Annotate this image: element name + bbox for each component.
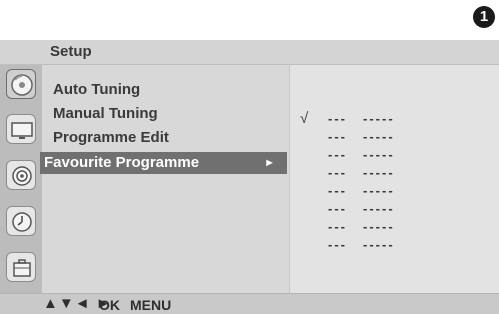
check-mark-icon: √ <box>300 110 309 127</box>
list-item[interactable]: --- ----- <box>290 146 499 164</box>
programme-number: --- <box>328 183 347 198</box>
programme-name: ----- <box>363 147 395 162</box>
menu-item-auto-tuning[interactable]: Auto Tuning <box>42 79 289 101</box>
programme-name: ----- <box>363 183 395 198</box>
programme-number: --- <box>328 111 347 126</box>
menu-item-label: Programme Edit <box>53 129 169 146</box>
programme-name: ----- <box>363 165 395 180</box>
programme-name: ----- <box>363 219 395 234</box>
button-guide-bar: ▲▼◄ ► OK MENU <box>0 293 499 314</box>
audio-speaker-icon[interactable] <box>6 160 36 190</box>
category-rail <box>0 65 42 293</box>
list-item[interactable]: --- ----- <box>290 218 499 236</box>
menu-item-manual-tuning[interactable]: Manual Tuning <box>42 103 289 125</box>
menu-item-label: Manual Tuning <box>53 105 158 122</box>
setup-disc-icon[interactable] <box>6 69 36 99</box>
step-number-badge: 1 <box>473 6 495 28</box>
menu-item-programme-edit[interactable]: Programme Edit <box>42 127 289 149</box>
programme-number: --- <box>328 129 347 144</box>
setup-menu-list: Auto Tuning Manual Tuning Programme Edit… <box>40 65 289 293</box>
favourite-programme-list: √ --- ----- --- ----- --- ----- --- ----… <box>289 65 499 293</box>
programme-name: ----- <box>363 111 395 126</box>
list-item[interactable]: √ --- ----- <box>290 110 499 128</box>
list-item[interactable]: --- ----- <box>290 182 499 200</box>
list-item[interactable]: --- ----- <box>290 200 499 218</box>
ok-key-label: OK <box>99 297 120 313</box>
list-item[interactable]: --- ----- <box>290 236 499 254</box>
programme-name: ----- <box>363 237 395 252</box>
picture-screen-icon[interactable] <box>6 114 36 144</box>
page-title: Setup <box>50 43 92 60</box>
menu-item-favourite-programme[interactable]: Favourite Programme ► <box>40 152 287 174</box>
programme-number: --- <box>328 237 347 252</box>
programme-number: --- <box>328 147 347 162</box>
list-item[interactable]: --- ----- <box>290 128 499 146</box>
programme-number: --- <box>328 219 347 234</box>
programme-name: ----- <box>363 129 395 144</box>
programme-number: --- <box>328 165 347 180</box>
option-toolbox-icon[interactable] <box>6 252 36 282</box>
menu-item-label: Favourite Programme <box>44 154 200 171</box>
submenu-arrow-icon: ► <box>264 157 275 169</box>
programme-number: --- <box>328 201 347 216</box>
time-clock-icon[interactable] <box>6 206 36 236</box>
list-item[interactable]: --- ----- <box>290 164 499 182</box>
menu-key-label: MENU <box>130 297 172 313</box>
setup-osd-menu: Setup Auto Tuning Manual Tuning Programm… <box>0 40 499 314</box>
menu-item-label: Auto Tuning <box>53 81 141 98</box>
menu-header: Setup <box>0 40 499 65</box>
programme-name: ----- <box>363 201 395 216</box>
